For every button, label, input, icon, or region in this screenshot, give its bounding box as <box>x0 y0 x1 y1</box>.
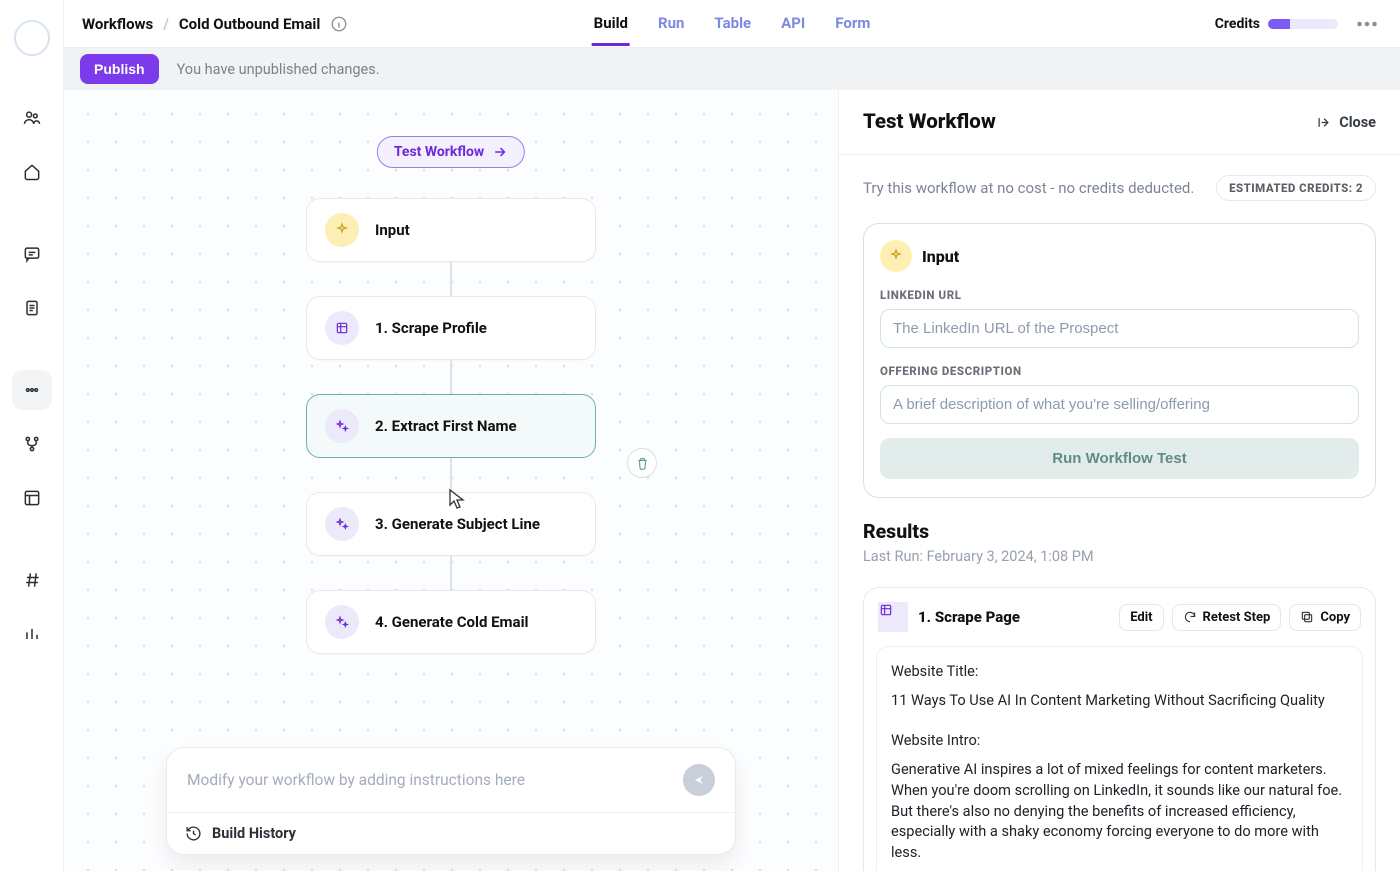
build-history-button[interactable]: Build History <box>167 812 735 854</box>
credits-indicator[interactable]: Credits <box>1215 16 1338 32</box>
tab-form[interactable]: Form <box>833 2 872 46</box>
spark-icon <box>325 213 359 247</box>
more-menu-icon[interactable] <box>1352 9 1382 39</box>
close-button[interactable]: Close <box>1316 114 1376 131</box>
top-bar: Workflows / Cold Outbound Email Build Ru… <box>64 0 1400 48</box>
grid-icon <box>325 311 359 345</box>
estimated-credits-chip: ESTIMATED CREDITS: 2 <box>1216 175 1376 201</box>
run-workflow-test-button[interactable]: Run Workflow Test <box>880 438 1359 479</box>
node-label: 1. Scrape Profile <box>375 319 487 337</box>
publish-button[interactable]: Publish <box>80 54 159 84</box>
node-extract-name[interactable]: 2. Extract First Name <box>306 394 596 458</box>
result-card: 1. Scrape Page Edit Retest Step Copy Web… <box>863 587 1376 871</box>
node-generate-subject[interactable]: 3. Generate Subject Line <box>306 492 596 556</box>
nav-home-icon[interactable] <box>12 152 52 192</box>
breadcrumb-sep: / <box>163 15 169 33</box>
test-panel: Test Workflow Close Try this workflow at… <box>838 90 1400 871</box>
edit-step-button[interactable]: Edit <box>1119 604 1163 631</box>
test-workflow-pill[interactable]: Test Workflow <box>377 136 525 168</box>
node-input[interactable]: Input <box>306 198 596 262</box>
node-label: 2. Extract First Name <box>375 417 517 435</box>
nav-branch-icon[interactable] <box>12 424 52 464</box>
sparkle-icon <box>325 507 359 541</box>
left-rail <box>0 0 64 871</box>
flow-nodes: Input 1. Scrape Profile 2. Extract First… <box>306 198 596 654</box>
linkedin-url-input[interactable] <box>880 309 1359 348</box>
breadcrumb-current[interactable]: Cold Outbound Email <box>179 15 321 33</box>
sparkle-icon <box>325 409 359 443</box>
spark-icon <box>880 240 912 272</box>
nav-hash-icon[interactable] <box>12 560 52 600</box>
node-generate-email[interactable]: 4. Generate Cold Email <box>306 590 596 654</box>
unsaved-text: You have unpublished changes. <box>177 61 380 78</box>
tab-run[interactable]: Run <box>656 2 686 46</box>
test-workflow-label: Test Workflow <box>394 144 484 160</box>
breadcrumb: Workflows / Cold Outbound Email <box>82 15 348 33</box>
workflow-canvas[interactable]: Test Workflow Input 1. Scrape Profile 2.… <box>64 90 838 871</box>
publish-bar: Publish You have unpublished changes. <box>64 48 1400 90</box>
result-step-title: 1. Scrape Page <box>918 608 1020 626</box>
sparkle-icon <box>325 605 359 639</box>
instruction-sheet: Modify your workflow by adding instructi… <box>166 747 736 855</box>
tab-table[interactable]: Table <box>712 2 753 46</box>
tab-build[interactable]: Build <box>592 2 630 46</box>
field-label-offering: OFFERING DESCRIPTION <box>880 364 1359 378</box>
delete-node-button[interactable] <box>627 448 657 478</box>
nav-doc-icon[interactable] <box>12 288 52 328</box>
view-tabs: Build Run Table API Form <box>592 2 873 46</box>
retest-step-button[interactable]: Retest Step <box>1172 604 1282 631</box>
tab-api[interactable]: API <box>779 2 807 46</box>
node-label: Input <box>375 221 410 239</box>
nav-layout-icon[interactable] <box>12 478 52 518</box>
input-card: Input LINKEDIN URL OFFERING DESCRIPTION … <box>863 223 1376 498</box>
panel-title: Test Workflow <box>863 110 996 134</box>
send-button[interactable] <box>683 764 715 796</box>
node-label: 4. Generate Cold Email <box>375 613 529 631</box>
grid-icon <box>878 602 908 632</box>
results-last-run: Last Run: February 3, 2024, 1:08 PM <box>863 548 1376 565</box>
copy-step-button[interactable]: Copy <box>1289 604 1361 631</box>
info-icon[interactable] <box>330 15 348 33</box>
instruction-input[interactable]: Modify your workflow by adding instructi… <box>187 771 525 789</box>
close-label: Close <box>1339 114 1376 131</box>
nav-workflow-icon[interactable] <box>12 370 52 410</box>
nav-people-icon[interactable] <box>12 98 52 138</box>
nav-chart-icon[interactable] <box>12 614 52 654</box>
nav-chat-icon[interactable] <box>12 234 52 274</box>
results-header: Results <box>863 520 1376 543</box>
node-label: 3. Generate Subject Line <box>375 515 540 533</box>
credits-bar <box>1268 19 1338 29</box>
input-card-title: Input <box>922 247 959 266</box>
build-history-label: Build History <box>212 825 296 842</box>
offering-input[interactable] <box>880 385 1359 424</box>
node-scrape-profile[interactable]: 1. Scrape Profile <box>306 296 596 360</box>
avatar[interactable] <box>14 20 50 56</box>
result-body: Website Title: 11 Ways To Use AI In Cont… <box>876 646 1363 871</box>
field-label-linkedin: LINKEDIN URL <box>880 288 1359 302</box>
credits-label: Credits <box>1215 16 1260 32</box>
panel-hint: Try this workflow at no cost - no credit… <box>863 179 1194 197</box>
breadcrumb-root[interactable]: Workflows <box>82 15 153 33</box>
